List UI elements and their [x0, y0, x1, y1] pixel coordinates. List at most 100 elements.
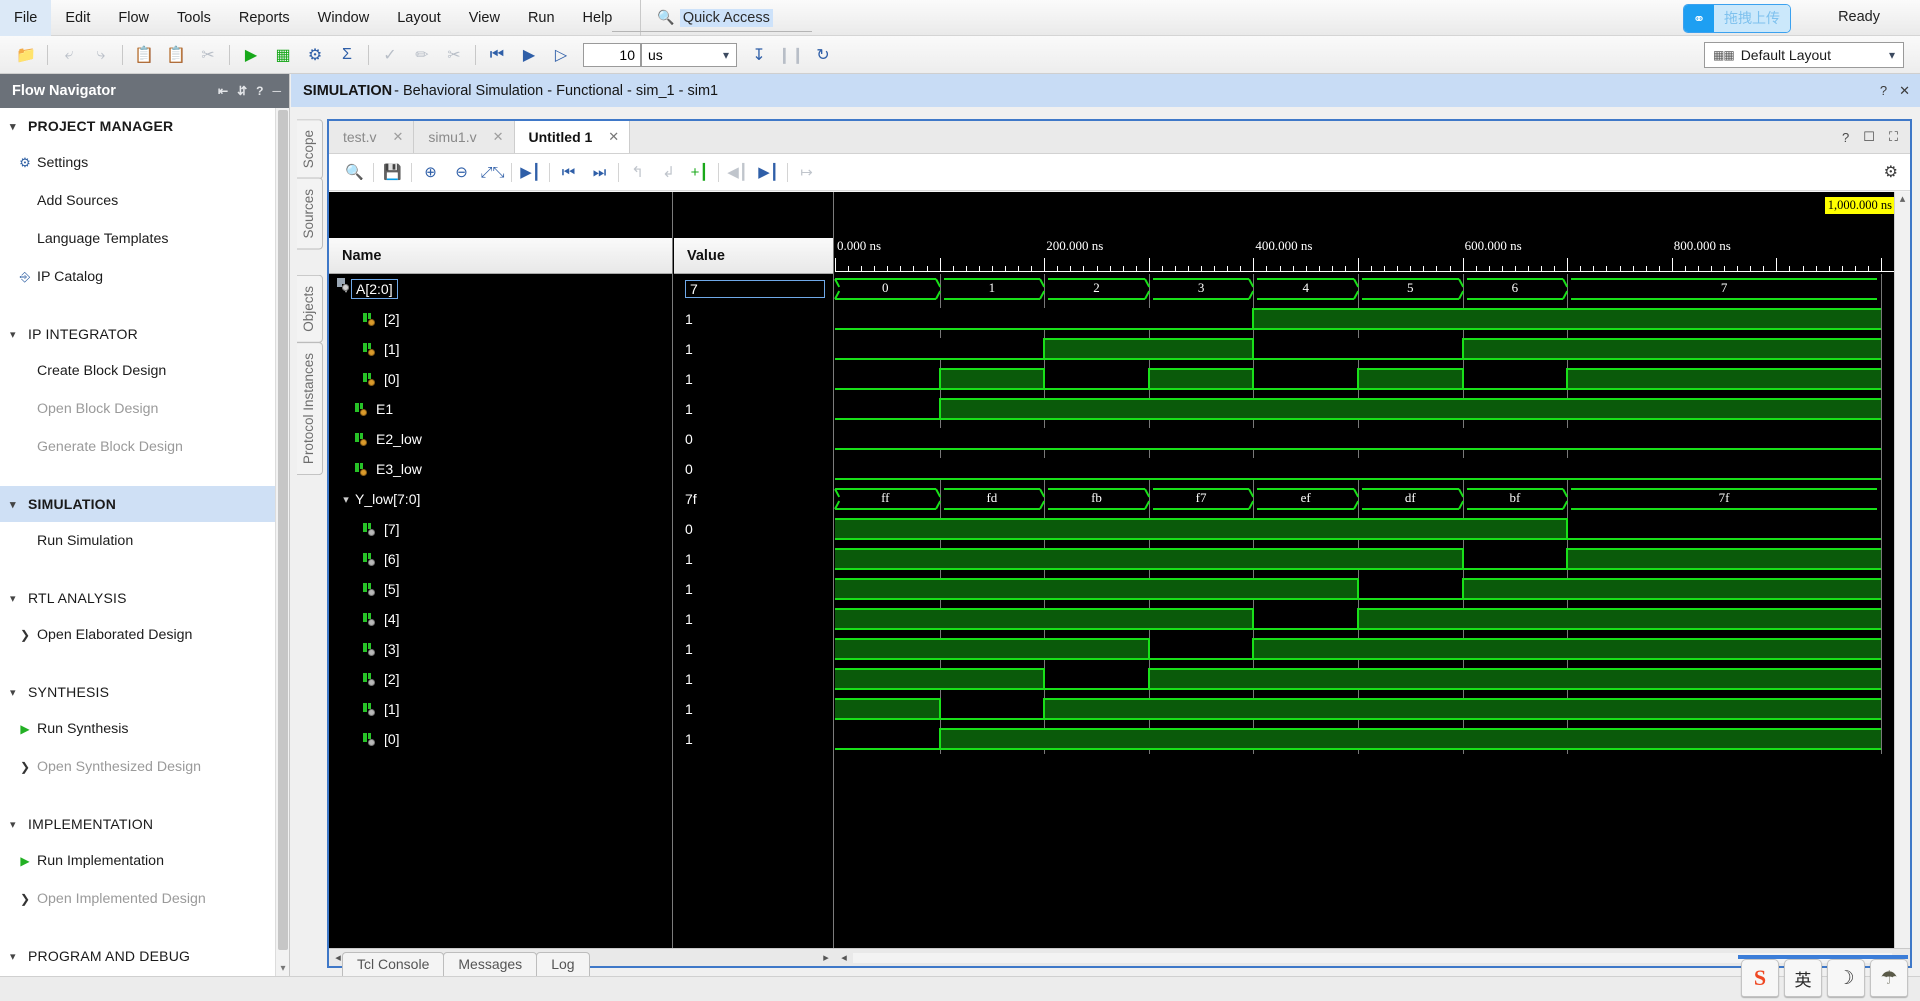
signal-value-cell[interactable]: 1 [674, 724, 833, 754]
signal-row[interactable]: ▾A[2:0] [329, 274, 672, 304]
scissors-icon[interactable]: ✂ [438, 40, 470, 70]
sidebar-section-synthesis[interactable]: ▾ SYNTHESIS [0, 674, 289, 710]
close-icon[interactable]: ✕ [493, 129, 504, 145]
chevron-down-icon[interactable]: ▾ [337, 493, 355, 506]
next-marker-icon[interactable]: ↲ [653, 159, 684, 185]
previous-transition-icon[interactable]: ⏮ [553, 159, 584, 185]
sidebar-item-run-implementation[interactable]: ▶ Run Implementation [0, 842, 289, 880]
menu-edit[interactable]: Edit [51, 0, 104, 36]
chevron-up-icon[interactable]: ▴ [1895, 192, 1910, 206]
relaunch-icon[interactable]: ↻ [807, 40, 839, 70]
step-icon[interactable]: ↧ [743, 40, 775, 70]
marker-right-icon[interactable]: ▶┃ [753, 159, 784, 185]
copy-icon[interactable]: 📋 [128, 40, 160, 70]
signal-row[interactable]: [6] [329, 544, 672, 574]
signal-value-cell[interactable]: 1 [674, 694, 833, 724]
sidebar-item-add-sources[interactable]: Add Sources [0, 182, 289, 220]
cut-icon[interactable]: ✂ [192, 40, 224, 70]
signal-value-cell[interactable]: 7f [674, 484, 833, 514]
signal-row[interactable]: E2_low [329, 424, 672, 454]
settings-gear-icon[interactable]: ⚙ [299, 40, 331, 70]
signal-row[interactable]: E1 [329, 394, 672, 424]
signal-row[interactable]: [4] [329, 604, 672, 634]
waveform-bit-row[interactable] [835, 604, 1910, 634]
run-time-unit-select[interactable]: us [641, 42, 737, 67]
vtab-sources[interactable]: Sources [297, 178, 323, 250]
go-to-time-icon[interactable]: ▶┃ [515, 159, 546, 185]
time-ruler[interactable]: 1,000.000 ns 0.000 ns 200.000 ns 400.000 n… [835, 192, 1910, 274]
check-icon[interactable]: ✓ [374, 40, 406, 70]
signal-value-cell[interactable]: 1 [674, 364, 833, 394]
chevron-right-icon[interactable]: ▸ [817, 951, 835, 964]
help-icon[interactable]: ? [256, 84, 263, 98]
run-for-icon[interactable]: ▷ [545, 40, 577, 70]
menu-run[interactable]: Run [514, 0, 569, 36]
menu-file[interactable]: File [0, 0, 52, 36]
report-icon[interactable]: ▦ [267, 40, 299, 70]
skin-icon[interactable]: ☂ [1870, 959, 1908, 997]
vtab-protocol-instances[interactable]: Protocol Instances [297, 341, 323, 475]
sidebar-item-run-simulation[interactable]: Run Simulation [0, 522, 289, 560]
signal-value-cell[interactable]: 1 [674, 334, 833, 364]
tab-tcl-console[interactable]: Tcl Console [342, 952, 445, 976]
waveform-vertical-scrollbar[interactable]: ▴ [1894, 192, 1910, 948]
signal-row[interactable]: [2] [329, 664, 672, 694]
close-icon[interactable]: ✕ [608, 129, 619, 145]
undo-icon[interactable]: ⤶ [53, 40, 85, 70]
signal-value-cell[interactable]: 1 [674, 574, 833, 604]
waveform-bit-row[interactable] [835, 664, 1910, 694]
waveform-bit-row[interactable] [835, 544, 1910, 574]
signal-value-cell[interactable]: 7 [674, 274, 833, 304]
signal-value-cell[interactable]: 0 [674, 424, 833, 454]
waveform-bit-row[interactable] [835, 394, 1910, 424]
vtab-scope[interactable]: Scope [297, 119, 323, 180]
signal-row[interactable]: [0] [329, 364, 672, 394]
search-icon[interactable]: 🔍 [339, 159, 370, 185]
chevron-down-icon[interactable]: ▾ [278, 963, 288, 974]
signal-value-cell[interactable]: 1 [674, 634, 833, 664]
signal-row[interactable]: ▾ Y_low[7:0] [329, 278, 672, 514]
minimize-icon[interactable]: ─ [272, 84, 281, 98]
previous-marker-icon[interactable]: ↰ [622, 159, 653, 185]
expand-all-icon[interactable]: ⇵ [237, 84, 247, 98]
restore-icon[interactable]: ☐ [1863, 129, 1875, 145]
quick-access-text[interactable]: Quick Access [679, 8, 773, 27]
menu-window[interactable]: Window [304, 0, 384, 36]
tab-test-v[interactable]: test.v ✕ [329, 121, 415, 153]
signal-row[interactable]: [0] [329, 724, 672, 754]
sidebar-item-open-synthesized-design[interactable]: ❯ Open Synthesized Design [0, 748, 289, 786]
waveform-bit-row[interactable] [835, 334, 1910, 364]
add-marker-icon[interactable]: +┃ [684, 159, 715, 185]
signal-row[interactable]: E3_low [329, 454, 672, 484]
chinese-english-toggle-icon[interactable]: 英 [1784, 959, 1822, 997]
sidebar-item-open-elaborated-design[interactable]: ❯ Open Elaborated Design [0, 616, 289, 654]
sidebar-section-rtl-analysis[interactable]: ▾ RTL ANALYSIS [0, 580, 289, 616]
close-icon[interactable]: ✕ [1899, 83, 1910, 99]
tab-simu1-v[interactable]: simu1.v ✕ [414, 121, 515, 153]
redo-icon[interactable]: ⤷ [85, 40, 117, 70]
signal-value-cell[interactable]: 0 [674, 454, 833, 484]
zoom-out-icon[interactable]: ⊖ [446, 159, 477, 185]
tab-messages[interactable]: Messages [443, 952, 538, 976]
menu-view[interactable]: View [455, 0, 514, 36]
sidebar-section-ip-integrator[interactable]: ▾ IP INTEGRATOR [0, 316, 289, 352]
waveform-bit-row[interactable] [835, 454, 1910, 484]
waveform-bit-row[interactable] [835, 574, 1910, 604]
sidebar-item-open-implemented-design[interactable]: ❯ Open Implemented Design [0, 880, 289, 918]
waveform-bit-row[interactable] [835, 304, 1910, 334]
sidebar-section-program-and-debug[interactable]: ▾ PROGRAM AND DEBUG [0, 938, 289, 974]
signal-value-cell[interactable]: 1 [674, 304, 833, 334]
sidebar-section-simulation[interactable]: ▾ SIMULATION [0, 486, 289, 522]
chevron-left-icon[interactable]: ◂ [835, 951, 853, 964]
zoom-in-icon[interactable]: ⊕ [415, 159, 446, 185]
sidebar-item-run-synthesis[interactable]: ▶ Run Synthesis [0, 710, 289, 748]
menu-tools[interactable]: Tools [163, 0, 225, 36]
moon-icon[interactable]: ☽ [1827, 959, 1865, 997]
help-icon[interactable]: ? [1880, 83, 1887, 99]
signal-value-cell[interactable]: 1 [674, 544, 833, 574]
waveform-bit-row[interactable] [835, 634, 1910, 664]
tab-untitled-1[interactable]: Untitled 1 ✕ [514, 121, 631, 153]
waveform-bit-row[interactable] [835, 724, 1910, 754]
waveform-scroll-track[interactable] [853, 952, 1892, 963]
sidebar-item-create-block-design[interactable]: Create Block Design [0, 352, 289, 390]
